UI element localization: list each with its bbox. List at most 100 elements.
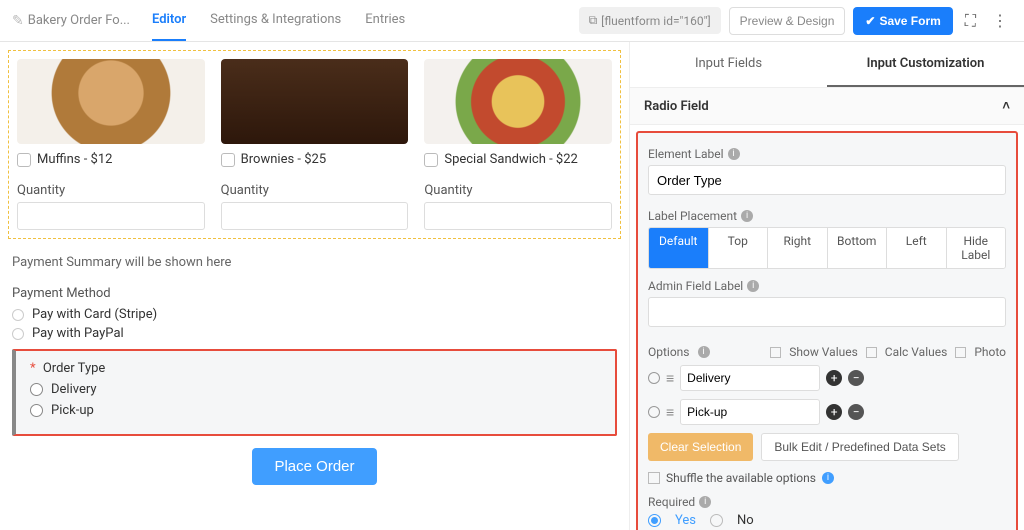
admin-label-input[interactable] bbox=[648, 297, 1006, 327]
info-icon[interactable]: i bbox=[699, 496, 711, 508]
clear-selection-button[interactable]: Clear Selection bbox=[648, 433, 753, 461]
info-icon[interactable]: i bbox=[728, 148, 740, 160]
ot-delivery[interactable]: Delivery bbox=[30, 382, 601, 397]
item-label: Special Sandwich - $22 bbox=[444, 152, 578, 167]
info-icon[interactable]: i bbox=[747, 280, 759, 292]
chevron-up-icon: ˄ bbox=[1002, 98, 1010, 114]
options-header: Optionsi Show Values Calc Values Photo bbox=[648, 345, 1006, 359]
placement-default[interactable]: Default bbox=[649, 228, 709, 268]
required-star: * bbox=[30, 361, 36, 376]
element-label-input[interactable] bbox=[648, 165, 1006, 195]
editor-canvas: Muffins - $12 Quantity Brownies - $25 Qu… bbox=[0, 42, 629, 530]
payment-method-label: Payment Method bbox=[12, 286, 617, 301]
required-no-radio[interactable] bbox=[710, 514, 723, 527]
option-input-1[interactable] bbox=[680, 399, 820, 425]
sidebar-tab-fields[interactable]: Input Fields bbox=[630, 42, 827, 87]
form-title[interactable]: Bakery Order Fo... bbox=[28, 13, 130, 28]
expand-icon[interactable]: ⛶ bbox=[961, 7, 980, 35]
sidebar: Input Fields Input Customization Radio F… bbox=[629, 42, 1024, 530]
option-default-radio[interactable] bbox=[648, 372, 660, 384]
item-label: Muffins - $12 bbox=[37, 152, 112, 167]
element-label-field: Element Labeli bbox=[648, 147, 1006, 161]
item-label: Brownies - $25 bbox=[241, 152, 326, 167]
panel-title: Radio Field bbox=[644, 99, 709, 114]
panel-body: Element Labeli Label Placementi Default … bbox=[636, 131, 1018, 530]
option-row-0: ≡ + − bbox=[648, 365, 1006, 391]
info-icon[interactable]: i bbox=[741, 210, 753, 222]
drag-handle-icon[interactable]: ≡ bbox=[666, 370, 674, 387]
tab-editor[interactable]: Editor bbox=[152, 0, 186, 41]
shortcode-box[interactable]: ⧉ [fluentform id="160"] bbox=[579, 7, 721, 34]
option-actions: Clear Selection Bulk Edit / Predefined D… bbox=[648, 433, 1006, 461]
panel-header[interactable]: Radio Field ˄ bbox=[630, 88, 1024, 125]
topbar: ✎ Bakery Order Fo... Editor Settings & I… bbox=[0, 0, 1024, 42]
item-check-brownies[interactable]: Brownies - $25 bbox=[221, 152, 409, 167]
radio-icon bbox=[30, 383, 43, 396]
sidebar-tabs: Input Fields Input Customization bbox=[630, 42, 1024, 88]
save-button[interactable]: ✔ Save Form bbox=[853, 7, 952, 35]
payment-summary: Payment Summary will be shown here bbox=[12, 255, 617, 270]
tab-entries[interactable]: Entries bbox=[365, 0, 405, 41]
radio-icon bbox=[12, 309, 24, 321]
item-check-sandwich[interactable]: Special Sandwich - $22 bbox=[424, 152, 612, 167]
placement-left[interactable]: Left bbox=[887, 228, 947, 268]
items-row[interactable]: Muffins - $12 Quantity Brownies - $25 Qu… bbox=[8, 50, 621, 239]
option-default-radio[interactable] bbox=[648, 406, 660, 418]
remove-option-icon[interactable]: − bbox=[848, 404, 864, 420]
qty-label: Quantity bbox=[17, 183, 205, 198]
label-placement-field: Label Placementi bbox=[648, 209, 1006, 223]
tab-settings[interactable]: Settings & Integrations bbox=[210, 0, 341, 41]
info-icon[interactable]: i bbox=[822, 472, 834, 484]
item-muffins: Muffins - $12 Quantity bbox=[17, 59, 205, 230]
item-image-muffins bbox=[17, 59, 205, 144]
info-icon[interactable]: i bbox=[698, 346, 710, 358]
drag-handle-icon[interactable]: ≡ bbox=[666, 404, 674, 421]
item-image-sandwich bbox=[424, 59, 612, 144]
checkbox-icon bbox=[221, 153, 235, 167]
main: Muffins - $12 Quantity Brownies - $25 Qu… bbox=[0, 42, 1024, 530]
pm-stripe[interactable]: Pay with Card (Stripe) bbox=[12, 307, 617, 322]
required-label: Requiredi bbox=[648, 495, 1006, 509]
admin-label-field: Admin Field Labeli bbox=[648, 279, 1006, 293]
add-option-icon[interactable]: + bbox=[826, 404, 842, 420]
pencil-icon[interactable]: ✎ bbox=[12, 13, 24, 29]
header-tabs: Editor Settings & Integrations Entries bbox=[152, 0, 405, 41]
show-values-check[interactable] bbox=[770, 347, 781, 358]
required-row: Yes No bbox=[648, 513, 1006, 528]
placement-right[interactable]: Right bbox=[768, 228, 828, 268]
qty-label: Quantity bbox=[221, 183, 409, 198]
item-sandwich: Special Sandwich - $22 Quantity bbox=[424, 59, 612, 230]
placement-hide[interactable]: Hide Label bbox=[947, 228, 1006, 268]
shortcode-text: [fluentform id="160"] bbox=[601, 14, 710, 28]
pm-paypal[interactable]: Pay with PayPal bbox=[12, 326, 617, 341]
shuffle-checkbox[interactable] bbox=[648, 472, 660, 484]
placement-bottom[interactable]: Bottom bbox=[828, 228, 888, 268]
sidebar-tab-customization[interactable]: Input Customization bbox=[827, 42, 1024, 87]
ot-pickup[interactable]: Pick-up bbox=[30, 403, 601, 418]
required-yes-radio[interactable] bbox=[648, 514, 661, 527]
more-icon[interactable]: ⋮ bbox=[988, 7, 1012, 34]
item-brownies: Brownies - $25 Quantity bbox=[221, 59, 409, 230]
bulk-edit-button[interactable]: Bulk Edit / Predefined Data Sets bbox=[761, 433, 958, 461]
item-check-muffins[interactable]: Muffins - $12 bbox=[17, 152, 205, 167]
selected-field-order-type[interactable]: * Order Type Delivery Pick-up bbox=[12, 349, 617, 436]
shuffle-row: Shuffle the available options i bbox=[648, 471, 1006, 485]
qty-label: Quantity bbox=[424, 183, 612, 198]
submit-button[interactable]: Place Order bbox=[252, 448, 376, 485]
photo-check[interactable] bbox=[955, 347, 966, 358]
checkbox-icon bbox=[17, 153, 31, 167]
topbar-left: ✎ Bakery Order Fo... Editor Settings & I… bbox=[12, 0, 405, 41]
preview-button[interactable]: Preview & Design bbox=[729, 7, 846, 35]
qty-input-sandwich[interactable] bbox=[424, 202, 612, 230]
copy-icon: ⧉ bbox=[589, 13, 598, 28]
placement-top[interactable]: Top bbox=[709, 228, 769, 268]
check-icon: ✔ bbox=[865, 14, 875, 28]
qty-input-brownies[interactable] bbox=[221, 202, 409, 230]
remove-option-icon[interactable]: − bbox=[848, 370, 864, 386]
add-option-icon[interactable]: + bbox=[826, 370, 842, 386]
option-input-0[interactable] bbox=[680, 365, 820, 391]
option-row-1: ≡ + − bbox=[648, 399, 1006, 425]
topbar-right: ⧉ [fluentform id="160"] Preview & Design… bbox=[579, 7, 1012, 35]
qty-input-muffins[interactable] bbox=[17, 202, 205, 230]
calc-values-check[interactable] bbox=[866, 347, 877, 358]
